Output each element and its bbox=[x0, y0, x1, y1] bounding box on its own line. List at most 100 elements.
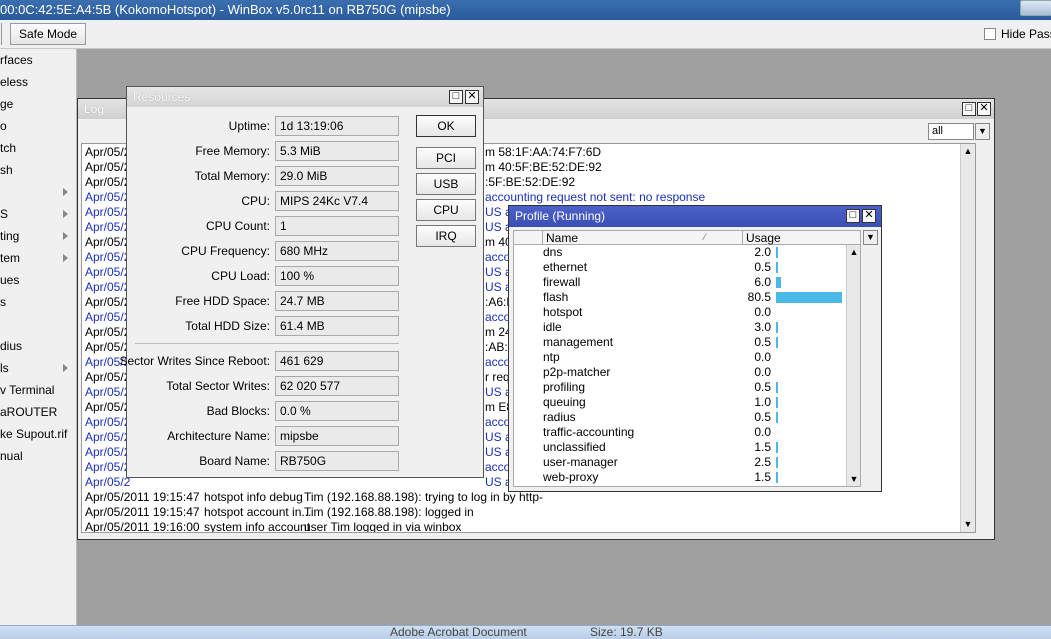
sidebar-item-label: tch bbox=[0, 141, 17, 155]
resource-label: CPU Load: bbox=[211, 269, 270, 283]
usb-button[interactable]: USB bbox=[416, 173, 476, 195]
sidebar-item[interactable]: ke Supout.rif bbox=[0, 423, 76, 445]
sidebar-item[interactable]: S bbox=[0, 203, 76, 225]
profile-row[interactable]: ethernet 0.5 bbox=[514, 260, 860, 275]
profile-usage: 0.5 bbox=[754, 410, 771, 424]
log-message: :5F:BE:52:DE:92 bbox=[485, 175, 576, 189]
log-date: Apr/05/2 bbox=[85, 280, 131, 294]
cpu-button[interactable]: CPU bbox=[416, 199, 476, 221]
profile-name: ntp bbox=[543, 350, 560, 364]
sidebar-item[interactable]: s bbox=[0, 291, 76, 313]
resource-label: Uptime: bbox=[228, 119, 270, 133]
hide-passwords-checkbox[interactable]: Hide Passw bbox=[984, 27, 1051, 41]
scroll-down-icon[interactable]: ▼ bbox=[961, 517, 975, 531]
sidebar-item[interactable]: dius bbox=[0, 335, 76, 357]
sidebar-item[interactable]: tch bbox=[0, 137, 76, 159]
close-icon[interactable]: ✕ bbox=[862, 209, 876, 223]
log-message: Tim (192.168.88.198): trying to log in b… bbox=[304, 490, 544, 504]
profile-row[interactable]: flash 80.5 bbox=[514, 290, 860, 305]
ok-button[interactable]: OK bbox=[416, 115, 476, 137]
profile-row[interactable]: traffic-accounting 0.0 bbox=[514, 425, 860, 440]
usage-bar bbox=[776, 247, 778, 258]
chevron-down-icon[interactable]: ▼ bbox=[975, 123, 990, 140]
resource-field: Total Sector Writes: 62 020 577 bbox=[127, 376, 407, 396]
profile-row[interactable]: user-manager 2.5 bbox=[514, 455, 860, 470]
log-date: Apr/05/2 bbox=[85, 175, 131, 189]
profile-row[interactable]: profiling 0.5 bbox=[514, 380, 860, 395]
resource-value: RB750G bbox=[275, 451, 399, 471]
sidebar-item[interactable]: ues bbox=[0, 269, 76, 291]
profile-row[interactable]: p2p-matcher 0.0 bbox=[514, 365, 860, 380]
profile-row[interactable]: ntp 0.0 bbox=[514, 350, 860, 365]
sidebar-item-label: sh bbox=[0, 163, 13, 177]
log-filter-select[interactable]: all bbox=[928, 123, 974, 140]
taskbar-item[interactable]: Adobe Acrobat Document bbox=[390, 626, 527, 639]
log-date: Apr/05/2 bbox=[85, 460, 131, 474]
close-icon[interactable]: ✕ bbox=[977, 102, 991, 116]
log-message: acco bbox=[485, 355, 511, 369]
profile-window-title: Profile (Running) bbox=[509, 206, 881, 227]
sidebar-item[interactable]: ge bbox=[0, 93, 76, 115]
log-date: Apr/05/2 bbox=[85, 145, 131, 159]
sidebar-item[interactable]: ls bbox=[0, 357, 76, 379]
profile-row[interactable]: unclassified 1.5 bbox=[514, 440, 860, 455]
irq-button[interactable]: IRQ bbox=[416, 225, 476, 247]
profile-row[interactable]: management 0.5 bbox=[514, 335, 860, 350]
sidebar-item-label: nual bbox=[0, 449, 23, 463]
sidebar-item[interactable] bbox=[0, 181, 76, 203]
profile-row[interactable]: radius 0.5 bbox=[514, 410, 860, 425]
resources-separator bbox=[135, 343, 399, 344]
log-date: Apr/05/2 bbox=[85, 190, 131, 204]
sidebar-item[interactable]: rfaces bbox=[0, 49, 76, 71]
resource-value: 1 bbox=[275, 216, 399, 236]
column-header-name[interactable]: Name bbox=[542, 231, 742, 245]
profile-row[interactable]: dns 2.0 bbox=[514, 245, 860, 260]
column-name-label: Name bbox=[546, 231, 579, 245]
log-scrollbar[interactable]: ▲ ▼ bbox=[960, 144, 975, 532]
profile-row[interactable]: firewall 6.0 bbox=[514, 275, 860, 290]
sidebar-item-label: rfaces bbox=[0, 53, 33, 67]
profile-row[interactable]: idle 3.0 bbox=[514, 320, 860, 335]
profile-row[interactable]: web-proxy 1.5 bbox=[514, 470, 860, 485]
checkbox-icon[interactable] bbox=[984, 28, 996, 40]
sidebar-item[interactable]: v Terminal bbox=[0, 379, 76, 401]
log-date: Apr/05/2 bbox=[85, 220, 131, 234]
sidebar-item[interactable]: o bbox=[0, 115, 76, 137]
sidebar-item[interactable]: eless bbox=[0, 71, 76, 93]
chevron-right-icon bbox=[63, 188, 68, 196]
profile-usage: 3.0 bbox=[754, 320, 771, 334]
column-menu-icon[interactable]: ▼ bbox=[863, 230, 878, 245]
profile-name: flash bbox=[543, 290, 569, 304]
safe-mode-button[interactable]: Safe Mode bbox=[10, 23, 87, 45]
maximize-icon[interactable]: □ bbox=[846, 209, 860, 223]
close-icon[interactable]: ✕ bbox=[465, 90, 479, 104]
minimize-button[interactable] bbox=[1020, 0, 1051, 16]
profile-row[interactable]: hotspot 0.0 bbox=[514, 305, 860, 320]
sidebar-item[interactable]: sh bbox=[0, 159, 76, 181]
sidebar-item[interactable] bbox=[0, 313, 76, 335]
resource-label: Bad Blocks: bbox=[206, 404, 270, 418]
usage-bar bbox=[776, 442, 778, 453]
pci-button[interactable]: PCI bbox=[416, 147, 476, 169]
log-date: Apr/05/2 bbox=[85, 475, 131, 489]
maximize-icon[interactable]: □ bbox=[962, 102, 976, 116]
resource-field: CPU: MIPS 24Kc V7.4 bbox=[127, 191, 407, 211]
resource-field: CPU Load: 100 % bbox=[127, 266, 407, 286]
sidebar-item[interactable]: ting bbox=[0, 225, 76, 247]
usage-bar bbox=[776, 277, 781, 288]
resource-label: Board Name: bbox=[199, 454, 270, 468]
log-date: Apr/05/2 bbox=[85, 430, 131, 444]
taskbar: Adobe Acrobat Document Size: 19.7 KB bbox=[0, 625, 1051, 639]
sidebar-item[interactable]: aROUTER bbox=[0, 401, 76, 423]
profile-usage: 6.0 bbox=[754, 275, 771, 289]
sidebar-item[interactable]: nual bbox=[0, 445, 76, 467]
profile-usage: 1.5 bbox=[754, 470, 771, 484]
column-header-usage[interactable]: Usage bbox=[742, 231, 862, 245]
log-date: Apr/05/2011 19:15:47 bbox=[85, 490, 200, 504]
scroll-up-icon[interactable]: ▲ bbox=[961, 144, 975, 158]
profile-row[interactable]: queuing 1.0 bbox=[514, 395, 860, 410]
sidebar-item[interactable]: tem bbox=[0, 247, 76, 269]
profile-table-header: Name ⁄ Usage bbox=[513, 230, 861, 245]
maximize-icon[interactable]: □ bbox=[449, 90, 463, 104]
sidebar-item-label: ues bbox=[0, 273, 20, 287]
